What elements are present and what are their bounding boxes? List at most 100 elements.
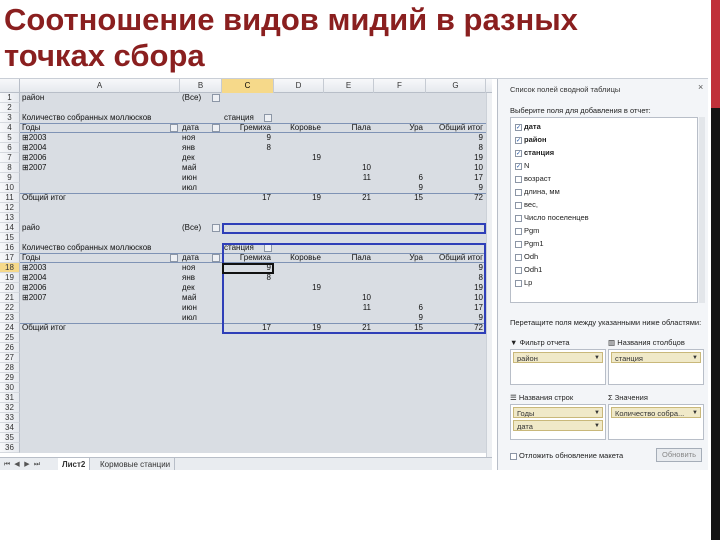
- field-item[interactable]: ✓ район: [515, 135, 546, 145]
- pivot-cell[interactable]: 9: [428, 133, 485, 143]
- field-item[interactable]: Odh1: [515, 265, 542, 275]
- row-header-34[interactable]: 34: [0, 423, 20, 433]
- chevron-down-icon[interactable]: [212, 124, 220, 132]
- pivot-cell[interactable]: [276, 183, 323, 193]
- field-item[interactable]: Pgm1: [515, 239, 544, 249]
- pivot-cell[interactable]: [276, 143, 323, 153]
- pivot-cell[interactable]: [326, 143, 373, 153]
- pivot-cell[interactable]: ⊞2004: [22, 273, 179, 283]
- pivot-total-cell[interactable]: 17: [224, 193, 273, 203]
- pivot-cell[interactable]: 11: [326, 173, 373, 183]
- column-header-e[interactable]: E: [324, 79, 374, 93]
- pivot-header-6[interactable]: Общий итог: [428, 123, 485, 133]
- zone-values[interactable]: Σ Значения Количество собра... ▼: [608, 392, 704, 444]
- chevron-down-icon[interactable]: [170, 124, 178, 132]
- pivot-cell[interactable]: [326, 183, 373, 193]
- pivot-total-cell[interactable]: 72: [428, 193, 485, 203]
- pivot-cell[interactable]: [326, 133, 373, 143]
- chevron-down-icon[interactable]: [212, 254, 220, 262]
- field-checkbox[interactable]: [515, 201, 522, 209]
- prev-sheet-icon[interactable]: ◀: [13, 460, 21, 469]
- row-header-14[interactable]: 14: [0, 223, 20, 233]
- row-header-21[interactable]: 21: [0, 293, 20, 303]
- field-checkbox[interactable]: [515, 240, 522, 248]
- field-checkbox[interactable]: ✓: [515, 162, 522, 170]
- chevron-down-icon[interactable]: [264, 114, 272, 122]
- field-checkbox[interactable]: ✓: [515, 149, 522, 157]
- pivot-cell[interactable]: июл: [182, 183, 221, 193]
- row-header-24[interactable]: 24: [0, 323, 20, 333]
- pivot-cell[interactable]: [376, 163, 425, 173]
- pivot-total-cell[interactable]: Общий итог: [22, 193, 179, 203]
- pivot-cell[interactable]: [22, 313, 179, 323]
- pivot-total-cell[interactable]: [182, 323, 221, 333]
- pivot-cell[interactable]: ноя: [182, 133, 221, 143]
- chip-rows-2[interactable]: дата ▼: [513, 420, 603, 431]
- pivot-cell[interactable]: ⊞2003: [22, 263, 179, 273]
- zone-row-labels[interactable]: ☰ Названия строк Годы ▼ дата ▼: [510, 392, 606, 444]
- pivot-total-cell[interactable]: 21: [326, 193, 373, 203]
- pivot-cell[interactable]: [376, 143, 425, 153]
- column-header-d[interactable]: D: [274, 79, 324, 93]
- pivot-cell[interactable]: ⊞2007: [22, 293, 179, 303]
- first-sheet-icon[interactable]: ⏮: [3, 460, 11, 469]
- row-header-15[interactable]: 15: [0, 233, 20, 243]
- pivot-cell[interactable]: [326, 153, 373, 163]
- row-header-10[interactable]: 10: [0, 183, 20, 193]
- pivot-header-3[interactable]: Коровье: [276, 123, 323, 133]
- row-header-17[interactable]: 17: [0, 253, 20, 263]
- row-header-16[interactable]: 16: [0, 243, 20, 253]
- pivot-cell[interactable]: [22, 183, 179, 193]
- row-header-25[interactable]: 25: [0, 333, 20, 343]
- row-header-22[interactable]: 22: [0, 303, 20, 313]
- row-header-4[interactable]: 4: [0, 123, 20, 133]
- pivot-cell[interactable]: май: [182, 293, 221, 303]
- field-item[interactable]: ✓ N: [515, 161, 529, 171]
- defer-checkbox[interactable]: [510, 452, 517, 460]
- field-checkbox[interactable]: [515, 279, 522, 287]
- chip-columns[interactable]: станция ▼: [611, 352, 701, 363]
- row-header-18[interactable]: 18: [0, 263, 20, 273]
- pivot-cell[interactable]: 9: [376, 183, 425, 193]
- field-checkbox[interactable]: [515, 214, 522, 222]
- last-sheet-icon[interactable]: ⏭: [33, 460, 41, 469]
- field-checkbox[interactable]: ✓: [515, 136, 522, 144]
- row-header-32[interactable]: 32: [0, 403, 20, 413]
- zone-column-labels[interactable]: ▥ Названия столбцов станция ▼: [608, 337, 704, 389]
- pivot-cell[interactable]: ⊞2006: [22, 283, 179, 293]
- row-header-35[interactable]: 35: [0, 433, 20, 443]
- column-header-c[interactable]: C: [222, 79, 274, 93]
- pivot-cell[interactable]: 17: [428, 173, 485, 183]
- field-checkbox[interactable]: [515, 266, 522, 274]
- row-header-12[interactable]: 12: [0, 203, 20, 213]
- pivot-cell[interactable]: ноя: [182, 263, 221, 273]
- zone-report-filter[interactable]: ▼ Фильтр отчета район ▼: [510, 337, 606, 389]
- pivot-cell[interactable]: [276, 133, 323, 143]
- defer-update[interactable]: Отложить обновление макета: [510, 451, 623, 460]
- pivot-cell[interactable]: 8: [224, 143, 273, 153]
- row-header-6[interactable]: 6: [0, 143, 20, 153]
- chip-rows-1[interactable]: Годы ▼: [513, 407, 603, 418]
- row-header-20[interactable]: 20: [0, 283, 20, 293]
- pivot-cell[interactable]: 9: [428, 183, 485, 193]
- row-header-9[interactable]: 9: [0, 173, 20, 183]
- row-header-5[interactable]: 5: [0, 133, 20, 143]
- field-checkbox[interactable]: [515, 227, 522, 235]
- vertical-scrollbar[interactable]: [486, 93, 492, 457]
- field-item[interactable]: Pgm: [515, 226, 539, 236]
- pivot-total-cell[interactable]: 15: [376, 193, 425, 203]
- field-checkbox[interactable]: [515, 188, 522, 196]
- pivot-cell[interactable]: янв: [182, 273, 221, 283]
- chevron-down-icon[interactable]: [212, 224, 220, 232]
- pivot-cell[interactable]: май: [182, 163, 221, 173]
- pivot-cell[interactable]: июл: [182, 313, 221, 323]
- row-header-33[interactable]: 33: [0, 413, 20, 423]
- pivot-filter-label[interactable]: райо: [22, 223, 179, 233]
- row-header-27[interactable]: 27: [0, 353, 20, 363]
- column-header-a[interactable]: A: [20, 79, 180, 93]
- pivot-cell[interactable]: июн: [182, 303, 221, 313]
- row-header-30[interactable]: 30: [0, 383, 20, 393]
- pivot-cell[interactable]: [224, 173, 273, 183]
- close-icon[interactable]: ×: [698, 82, 703, 92]
- select-all-corner[interactable]: [0, 79, 20, 93]
